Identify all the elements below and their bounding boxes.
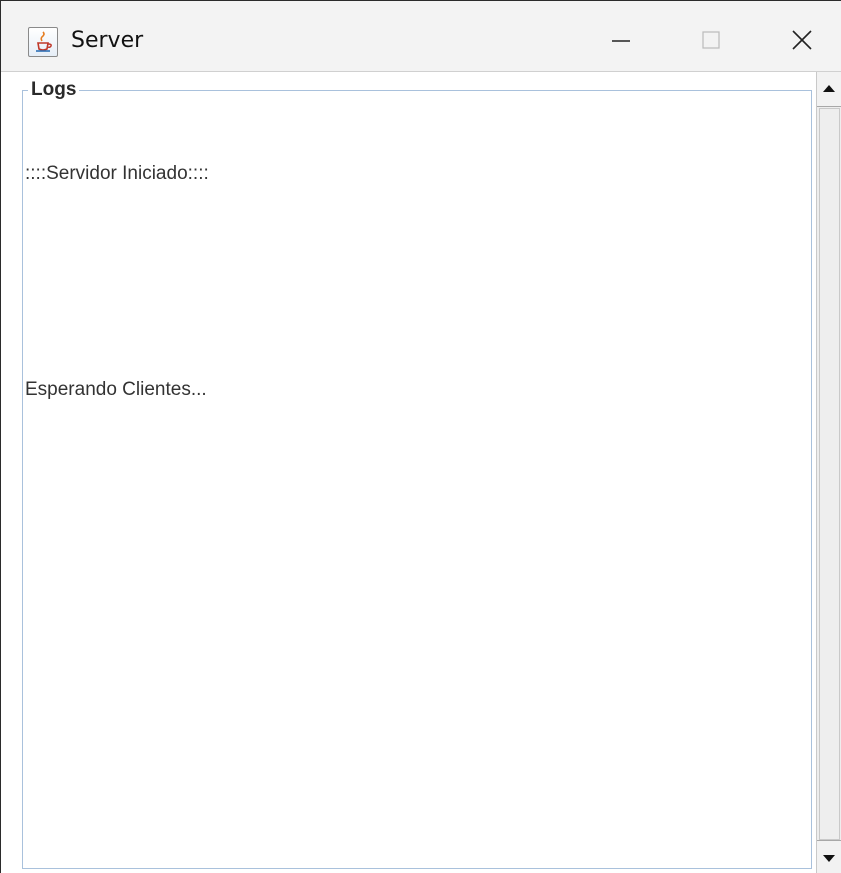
maximize-button[interactable] (666, 1, 756, 71)
log-text-area[interactable]: ::::Servidor Iniciado:::: Esperando Clie… (25, 114, 805, 854)
window-title: Server (71, 28, 144, 53)
java-cup-icon[interactable] (28, 27, 58, 57)
minimize-button[interactable] (576, 1, 666, 71)
log-line: ::::Servidor Iniciado:::: (25, 163, 209, 184)
close-icon (792, 30, 812, 50)
logs-group-title: Logs (28, 79, 80, 101)
title-bar[interactable]: Server (1, 1, 841, 72)
scroll-thumb[interactable] (819, 108, 840, 840)
maximize-icon (702, 31, 720, 49)
scroll-down-button[interactable] (817, 840, 841, 873)
server-window: Server Logs ::::Servidor Iniciado:::: Es… (0, 0, 841, 873)
close-button[interactable] (756, 1, 841, 71)
arrow-down-icon (823, 855, 835, 862)
vertical-scrollbar[interactable] (816, 72, 841, 873)
minimize-icon (612, 40, 630, 42)
arrow-up-icon (823, 85, 835, 92)
log-line: Esperando Clientes... (25, 379, 207, 400)
scroll-up-button[interactable] (817, 72, 841, 107)
content-pane: Logs ::::Servidor Iniciado:::: Esperando… (1, 72, 841, 873)
